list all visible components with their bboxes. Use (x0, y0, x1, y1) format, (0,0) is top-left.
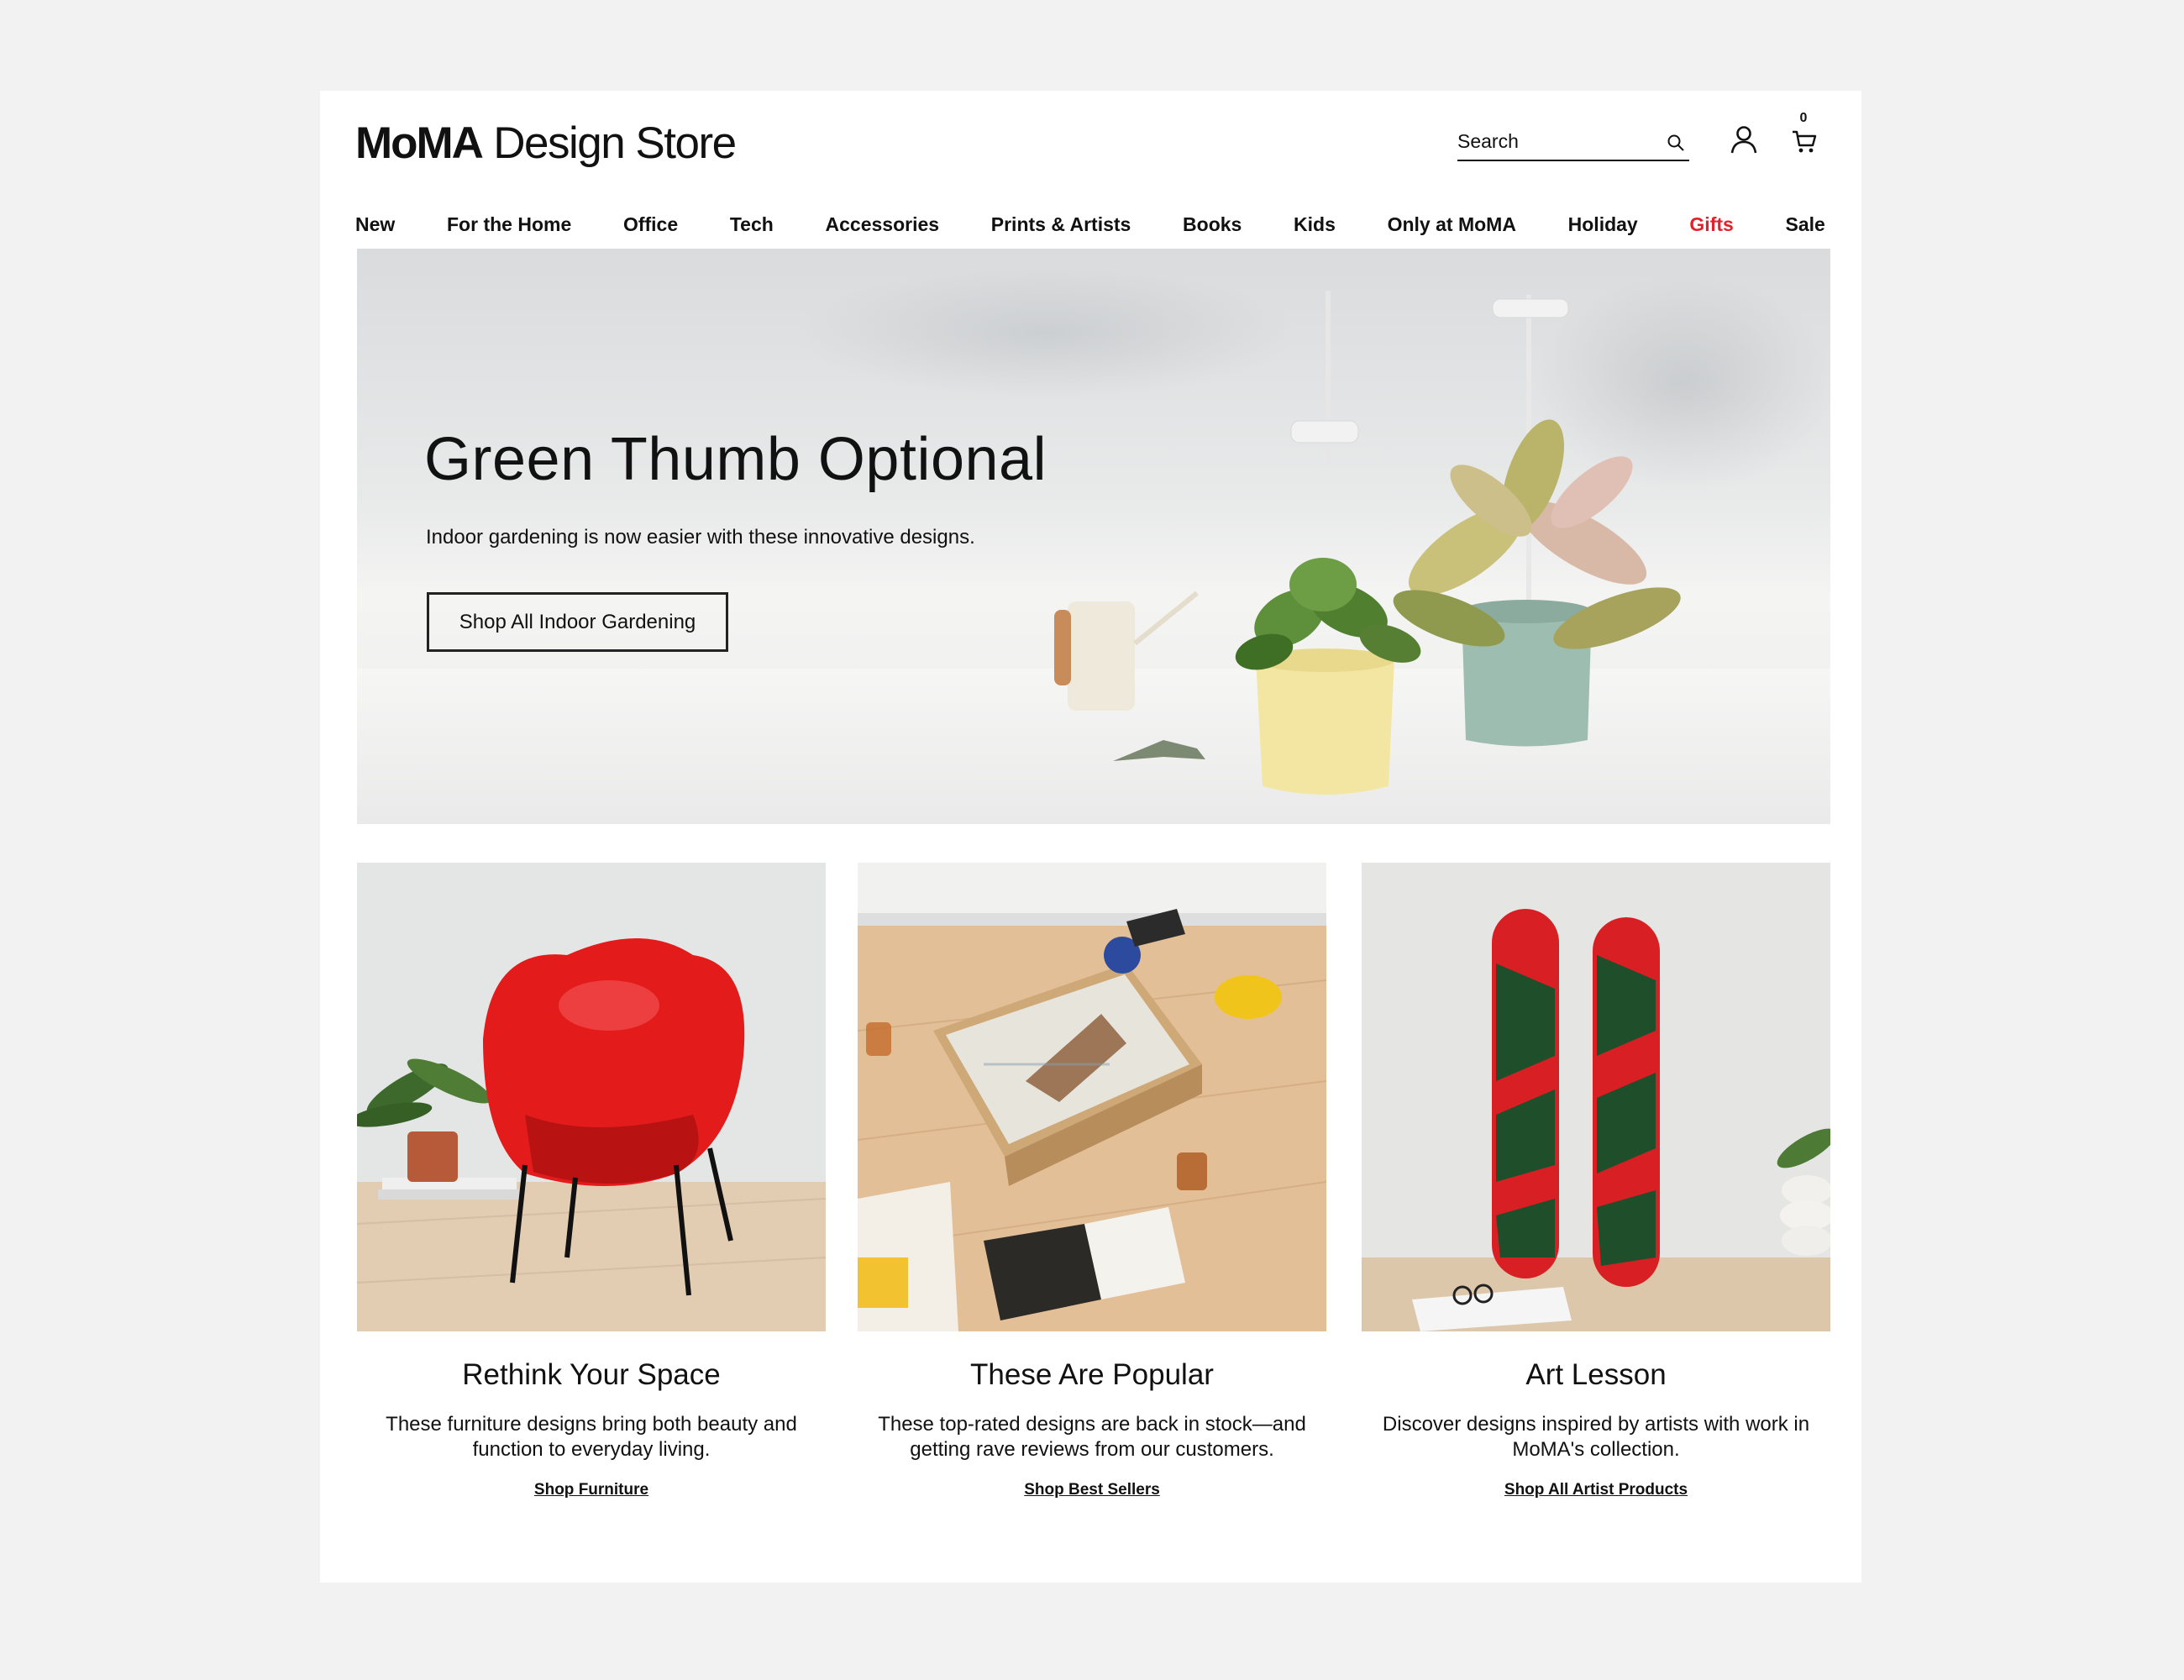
hero-title: Green Thumb Optional (424, 426, 1047, 493)
promo-card-artist-products: Art Lesson Discover designs inspired by … (1362, 863, 1830, 1499)
cart-count: 0 (1799, 111, 1808, 125)
nav-item-tech[interactable]: Tech (730, 213, 774, 236)
search-box[interactable] (1457, 123, 1689, 161)
promo-card-best-sellers: These Are Popular These top-rated design… (858, 863, 1326, 1499)
main-nav: New For the Home Office Tech Accessories… (355, 203, 1825, 245)
shop-furniture-link[interactable]: Shop Furniture (357, 1481, 826, 1499)
logo-subtitle: Design Store (493, 118, 737, 168)
hero-subtitle: Indoor gardening is now easier with thes… (426, 526, 975, 549)
page: MoMA Design Store 0 New For the Home Off… (320, 91, 1861, 1583)
card-description: These top-rated designs are back in stoc… (878, 1413, 1306, 1461)
nav-item-gifts[interactable]: Gifts (1689, 213, 1733, 236)
nav-item-kids[interactable]: Kids (1294, 213, 1336, 236)
nav-item-only-at-moma[interactable]: Only at MoMA (1388, 213, 1516, 236)
nav-item-for-the-home[interactable]: For the Home (447, 213, 571, 236)
nav-item-holiday[interactable]: Holiday (1568, 213, 1638, 236)
card-title: Art Lesson (1525, 1358, 1667, 1391)
card-title: Rethink Your Space (462, 1358, 721, 1391)
search-icon[interactable] (1666, 133, 1686, 153)
card-image-scrabble[interactable] (858, 863, 1326, 1331)
shop-artist-products-link[interactable]: Shop All Artist Products (1362, 1481, 1830, 1499)
nav-item-sale[interactable]: Sale (1786, 213, 1825, 236)
nav-item-accessories[interactable]: Accessories (826, 213, 940, 236)
logo-brand: MoMA (355, 118, 484, 168)
shop-best-sellers-link[interactable]: Shop Best Sellers (858, 1481, 1326, 1499)
logo[interactable]: MoMA Design Store (355, 118, 737, 169)
promo-card-furniture: Rethink Your Space These furniture desig… (357, 863, 826, 1499)
nav-item-books[interactable]: Books (1183, 213, 1242, 236)
nav-item-prints-artists[interactable]: Prints & Artists (991, 213, 1131, 236)
card-description: Discover designs inspired by artists wit… (1382, 1413, 1810, 1461)
nav-item-new[interactable]: New (355, 213, 395, 236)
card-image-chair[interactable] (357, 863, 826, 1331)
card-title: These Are Popular (970, 1358, 1214, 1391)
nav-item-office[interactable]: Office (623, 213, 678, 236)
shop-indoor-gardening-button[interactable]: Shop All Indoor Gardening (427, 592, 728, 652)
search-input[interactable] (1457, 123, 1651, 160)
cart-button[interactable]: 0 (1787, 111, 1820, 158)
hero-banner: Green Thumb Optional Indoor gardening is… (357, 249, 1830, 824)
user-icon[interactable] (1730, 124, 1758, 155)
card-image-skateboards[interactable] (1362, 863, 1830, 1331)
cart-icon (1793, 130, 1817, 153)
card-description: These furniture designs bring both beaut… (386, 1413, 797, 1461)
